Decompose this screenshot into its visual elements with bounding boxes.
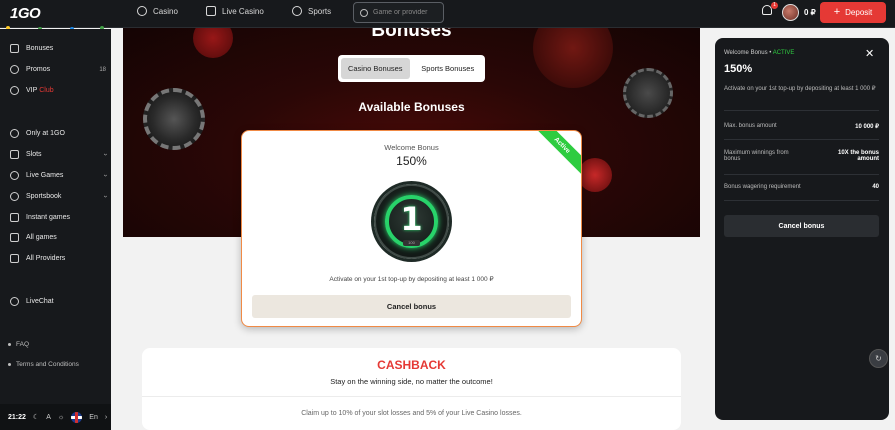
deposit-button[interactable]: + Deposit bbox=[820, 2, 886, 23]
footer-link-faq[interactable]: FAQ bbox=[8, 341, 29, 348]
bonus-tabs: Casino Bonuses Sports Bonuses bbox=[338, 55, 485, 82]
tab-casino-bonuses[interactable]: Casino Bonuses bbox=[341, 58, 410, 79]
top-bar: 1GO Casino Live Casino Sports 1 0 ₽ + De… bbox=[0, 0, 895, 34]
detail-row: Max. bonus amount 10 000 ₽ bbox=[724, 123, 879, 130]
panel-header: Welcome Bonus • ACTIVE bbox=[724, 50, 795, 56]
uk-flag-icon[interactable] bbox=[71, 411, 83, 423]
notifications-button[interactable]: 1 bbox=[762, 2, 778, 17]
1go-icon bbox=[10, 129, 19, 138]
bonus-name: Welcome Bonus bbox=[384, 143, 439, 152]
section-title: Available Bonuses bbox=[358, 100, 465, 114]
refresh-icon[interactable]: ↻ bbox=[869, 349, 888, 368]
bonus-description: Activate on your 1st top-up by depositin… bbox=[329, 276, 494, 283]
lightning-icon bbox=[10, 213, 19, 222]
avatar[interactable] bbox=[782, 4, 799, 21]
sportsbook-icon bbox=[10, 192, 19, 201]
chip-decoration bbox=[578, 158, 612, 192]
bonus-percent: 150% bbox=[396, 154, 427, 168]
bonus-card[interactable]: Active Welcome Bonus 150% 1 100 Activate… bbox=[241, 130, 582, 327]
language-selector[interactable]: En bbox=[89, 414, 98, 421]
panel-description: Activate on your 1st top-up by depositin… bbox=[724, 86, 876, 92]
star-icon bbox=[10, 65, 19, 74]
sidebar-item-sportsbook[interactable]: Sportsbook › bbox=[10, 192, 109, 201]
footer-link-terms[interactable]: Terms and Conditions bbox=[8, 361, 79, 368]
sidebar-item-vip-club[interactable]: VIP Club bbox=[10, 86, 106, 95]
bonus-detail-panel: Welcome Bonus • ACTIVE ✕ 150% Activate o… bbox=[715, 38, 889, 420]
chevron-right-icon[interactable]: › bbox=[105, 414, 107, 421]
plus-icon: + bbox=[833, 6, 841, 18]
sidebar-item-slots[interactable]: Slots › bbox=[10, 150, 109, 159]
clock: 21:22 bbox=[8, 413, 26, 421]
font-size-toggle[interactable]: A bbox=[46, 414, 51, 421]
gift-icon bbox=[10, 44, 19, 53]
sidebar-item-all-games[interactable]: All games bbox=[10, 233, 106, 242]
chevron-down-icon: › bbox=[101, 174, 109, 177]
sun-icon[interactable]: ☼ bbox=[58, 414, 64, 421]
sports-icon bbox=[292, 6, 302, 16]
grid-icon bbox=[10, 233, 19, 242]
casino-icon bbox=[137, 6, 147, 16]
search-box[interactable] bbox=[353, 2, 444, 23]
page-title: Bonuses bbox=[371, 28, 452, 41]
cashback-subtitle: Stay on the winning side, no matter the … bbox=[330, 377, 493, 386]
sidebar-item-instant-games[interactable]: Instant games bbox=[10, 213, 106, 222]
detail-row: Bonus wagering requirement 40 bbox=[724, 184, 879, 190]
notifications-badge: 1 bbox=[771, 2, 778, 9]
divider bbox=[142, 396, 681, 397]
cashback-description: Claim up to 10% of your slot losses and … bbox=[301, 410, 522, 417]
sidebar-item-livechat[interactable]: LiveChat bbox=[10, 297, 106, 306]
live-games-icon bbox=[10, 171, 19, 180]
balance[interactable]: 0 ₽ bbox=[804, 8, 816, 17]
close-icon[interactable]: ✕ bbox=[865, 49, 874, 60]
sidebar-item-bonuses[interactable]: Bonuses bbox=[10, 44, 106, 53]
providers-icon bbox=[10, 254, 19, 263]
chip-decoration bbox=[143, 88, 205, 150]
chevron-down-icon: › bbox=[101, 195, 109, 198]
chevron-down-icon: › bbox=[101, 153, 109, 156]
panel-cancel-bonus-button[interactable]: Cancel bonus bbox=[724, 215, 879, 237]
search-icon bbox=[360, 8, 368, 17]
nav-sports[interactable]: Sports bbox=[292, 6, 331, 16]
promos-count: 18 bbox=[99, 66, 106, 73]
logo[interactable]: 1GO bbox=[10, 5, 41, 22]
cashback-card: CASHBACK Stay on the winning side, no ma… bbox=[142, 348, 681, 430]
status-badge: ACTIVE bbox=[772, 50, 795, 56]
nav-casino[interactable]: Casino bbox=[137, 6, 178, 16]
sidebar-bottom-bar: 21:22 ☾ A ☼ En › bbox=[0, 404, 111, 430]
crown-icon bbox=[10, 86, 19, 95]
tab-sports-bonuses[interactable]: Sports Bonuses bbox=[414, 58, 483, 79]
bonus-medal-icon: 1 100 bbox=[374, 184, 449, 259]
detail-row: Maximum winnings from bonus 10X the bonu… bbox=[724, 150, 879, 162]
slots-icon bbox=[10, 150, 19, 159]
headset-icon bbox=[10, 297, 19, 306]
sidebar: Bonuses Promos 18 VIP Club Only at 1GO S… bbox=[0, 29, 111, 430]
sidebar-item-only-at-1go[interactable]: Only at 1GO bbox=[10, 129, 106, 138]
sidebar-item-promos[interactable]: Promos 18 bbox=[10, 65, 106, 74]
panel-percent: 150% bbox=[724, 63, 753, 75]
moon-icon[interactable]: ☾ bbox=[33, 413, 39, 421]
live-casino-icon bbox=[206, 6, 216, 16]
sidebar-item-all-providers[interactable]: All Providers bbox=[10, 254, 106, 263]
sidebar-item-live-games[interactable]: Live Games › bbox=[10, 171, 109, 180]
cashback-title: CASHBACK bbox=[377, 358, 446, 372]
cancel-bonus-button[interactable]: Cancel bonus bbox=[252, 295, 571, 318]
search-input[interactable] bbox=[373, 9, 443, 16]
nav-live-casino[interactable]: Live Casino bbox=[206, 6, 264, 16]
